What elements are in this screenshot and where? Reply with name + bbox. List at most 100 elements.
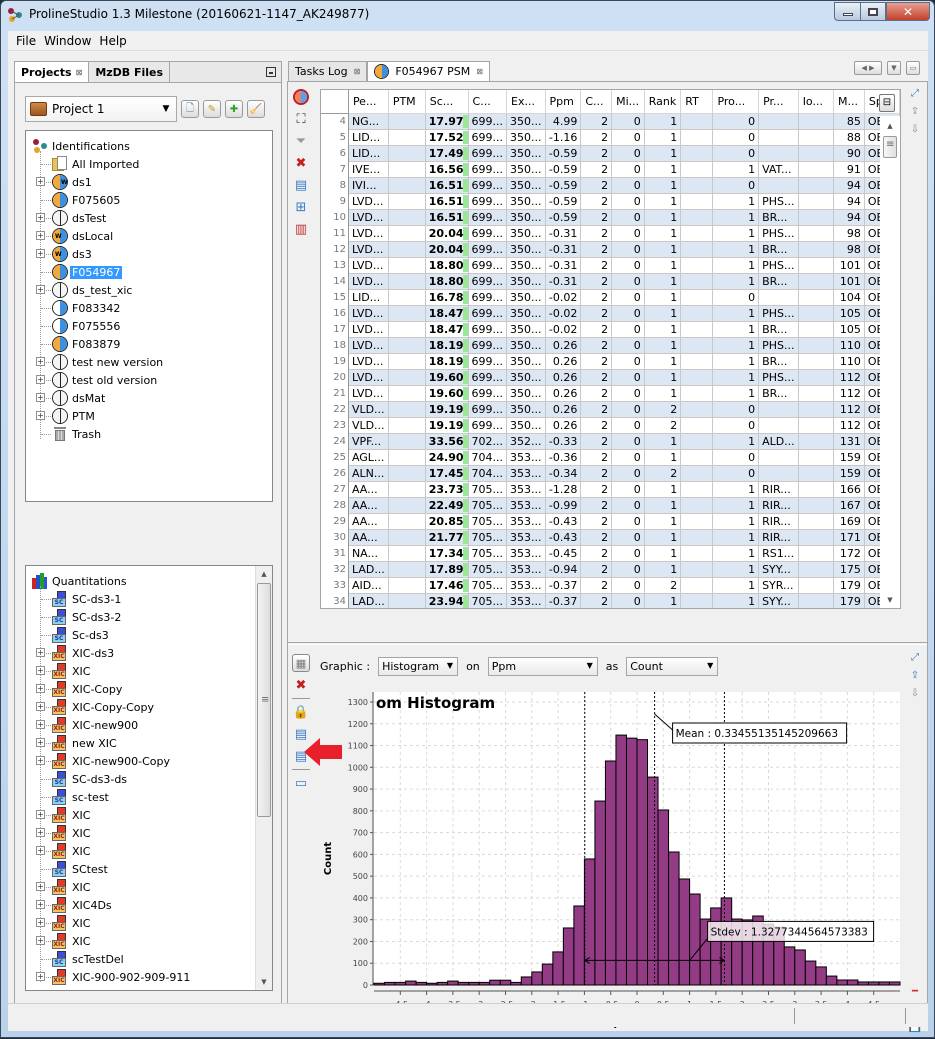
table-cell[interactable]: VAT... xyxy=(758,161,799,178)
table-row[interactable]: 20 LVD... 19.60 699... 350... 0.26 2 0 1 1 PHS... 1… xyxy=(321,369,900,386)
tree-item[interactable]: SC SCtest xyxy=(26,860,256,878)
table-cell[interactable]: 17.45 xyxy=(425,465,469,482)
table-cell[interactable]: VLD... xyxy=(348,417,389,434)
column-header[interactable]: C... xyxy=(580,90,613,114)
table-cell[interactable] xyxy=(798,193,835,210)
table-row[interactable]: 4NG...17.97699...350...4.99201085OE... xyxy=(321,113,900,130)
table-cell[interactable]: 699... xyxy=(468,193,508,210)
table-cell[interactable]: SYY... xyxy=(758,593,799,608)
table-cell[interactable]: 1 xyxy=(712,193,760,210)
table-cell[interactable]: 705... xyxy=(468,513,508,530)
table-cell[interactable]: 353... xyxy=(506,545,546,562)
table-cell[interactable]: SYR... xyxy=(758,577,799,594)
table-cell[interactable] xyxy=(798,257,835,274)
table-cell[interactable]: PHS... xyxy=(758,369,799,386)
table-cell[interactable]: 705... xyxy=(468,577,508,594)
table-cell[interactable]: 705... xyxy=(468,481,508,498)
table-cell[interactable]: 350... xyxy=(506,241,546,258)
table-cell[interactable]: 18.19 xyxy=(425,337,469,354)
table-cell[interactable]: 0 xyxy=(712,417,760,434)
table-cell[interactable]: 0 xyxy=(712,145,760,162)
tree-root-identifications[interactable]: Identifications xyxy=(26,137,256,155)
expand-toggle-icon[interactable]: + xyxy=(36,411,45,420)
expand-toggle-icon[interactable]: + xyxy=(36,249,45,258)
table-cell[interactable]: -0.02 xyxy=(545,305,582,322)
table-cell[interactable]: LID... xyxy=(348,289,389,306)
table-cell[interactable] xyxy=(388,193,426,210)
tree-item[interactable]: All Imported xyxy=(26,155,256,173)
tree-item[interactable]: + XIC XIC xyxy=(26,662,256,680)
histogram-bar[interactable] xyxy=(825,975,838,986)
column-header[interactable]: Pr... xyxy=(758,90,799,114)
tree-item[interactable]: + WdsLocal xyxy=(26,227,256,245)
tree-item[interactable]: + dsTest xyxy=(26,209,256,227)
table-cell[interactable]: 1 xyxy=(644,193,682,210)
table-cell[interactable]: 2 xyxy=(580,145,613,162)
table-row[interactable]: 9 LVD... 16.51 699... 350... -0.59 2 0 1 1 PHS... 9… xyxy=(321,193,900,210)
table-cell[interactable]: 1 xyxy=(712,593,760,608)
table-cell[interactable]: 699... xyxy=(468,161,508,178)
table-cell[interactable]: 699... xyxy=(468,401,508,418)
table-cell[interactable]: 1 xyxy=(712,545,760,562)
table-cell[interactable]: 0 xyxy=(611,465,645,482)
table-cell[interactable] xyxy=(680,273,714,290)
table-cell[interactable]: 353... xyxy=(506,577,546,594)
table-cell[interactable]: 105 xyxy=(833,305,865,322)
tree-item[interactable]: + XIC XIC-ds3 xyxy=(26,644,256,662)
table-cell[interactable] xyxy=(798,433,835,450)
table-cell[interactable]: 16.51 xyxy=(425,177,469,194)
table-cell[interactable] xyxy=(388,385,426,402)
tree-item[interactable]: + Wds1 xyxy=(26,173,256,191)
table-cell[interactable] xyxy=(388,561,426,578)
table-cell[interactable]: PHS... xyxy=(758,225,799,242)
minimize-panel-button[interactable] xyxy=(266,67,276,77)
table-cell[interactable]: -1.28 xyxy=(545,481,582,498)
histogram-bar[interactable] xyxy=(415,981,428,986)
table-cell[interactable]: 91 xyxy=(833,161,865,178)
dock-up-icon[interactable]: ⇪ xyxy=(908,668,922,682)
table-cell[interactable]: 2 xyxy=(580,209,613,226)
table-cell[interactable]: 0 xyxy=(611,417,645,434)
column-header[interactable]: RT xyxy=(680,90,714,114)
table-cell[interactable]: 0 xyxy=(611,545,645,562)
table-cell[interactable]: 90 xyxy=(833,145,865,162)
table-cell[interactable]: 699... xyxy=(468,353,508,370)
title-bar[interactable]: ProlineStudio 1.3 Milestone (20160621-11… xyxy=(1,1,934,29)
table-cell[interactable] xyxy=(798,209,835,226)
tree-item[interactable]: + dsMat xyxy=(26,389,256,407)
table-cell[interactable] xyxy=(798,161,835,178)
tree-item[interactable]: F083342 xyxy=(26,299,256,317)
table-cell[interactable]: 0 xyxy=(611,497,645,514)
table-cell[interactable]: 350... xyxy=(506,145,546,162)
scroll-down-icon[interactable]: ▼ xyxy=(256,974,272,990)
tree-item[interactable]: + XIC XIC-new900 xyxy=(26,716,256,734)
histogram-bar[interactable] xyxy=(384,981,396,986)
table-cell[interactable] xyxy=(758,289,799,306)
table-cell[interactable]: 98 xyxy=(833,241,865,258)
table-cell[interactable]: LID... xyxy=(348,129,389,146)
new-project-button[interactable]: 🗋 xyxy=(181,100,199,118)
table-cell[interactable] xyxy=(388,209,426,226)
add-button[interactable]: ✚ xyxy=(225,100,243,118)
table-cell[interactable]: -0.37 xyxy=(545,593,582,608)
table-cell[interactable]: 21.77 xyxy=(425,529,469,546)
histogram-bar[interactable] xyxy=(783,946,796,986)
histogram-bar[interactable] xyxy=(867,981,880,986)
table-cell[interactable]: -0.94 xyxy=(545,561,582,578)
tree-item[interactable]: SC sc-test xyxy=(26,788,256,806)
table-cell[interactable]: NG... xyxy=(348,113,389,130)
histogram-bar[interactable] xyxy=(583,858,596,986)
table-cell[interactable]: 2 xyxy=(580,177,613,194)
table-cell[interactable]: 699... xyxy=(468,257,508,274)
table-cell[interactable] xyxy=(680,401,714,418)
close-tab-icon[interactable]: ⊠ xyxy=(476,67,483,76)
tree-item[interactable]: + XIC XIC-Copy xyxy=(26,680,256,698)
table-cell[interactable]: 353... xyxy=(506,529,546,546)
table-row[interactable]: 15LID...16.78699...350...-0.022010104OE.… xyxy=(321,289,900,306)
table-cell[interactable]: 0 xyxy=(712,113,760,130)
tree-item[interactable]: + XIC XIC4Ds xyxy=(26,896,256,914)
table-row[interactable]: 22VLD...19.19699...350...0.262020112OE..… xyxy=(321,401,900,418)
table-cell[interactable]: 1 xyxy=(644,241,682,258)
table-cell[interactable] xyxy=(798,545,835,562)
on-column-select[interactable]: Ppm ▼ xyxy=(487,656,598,676)
